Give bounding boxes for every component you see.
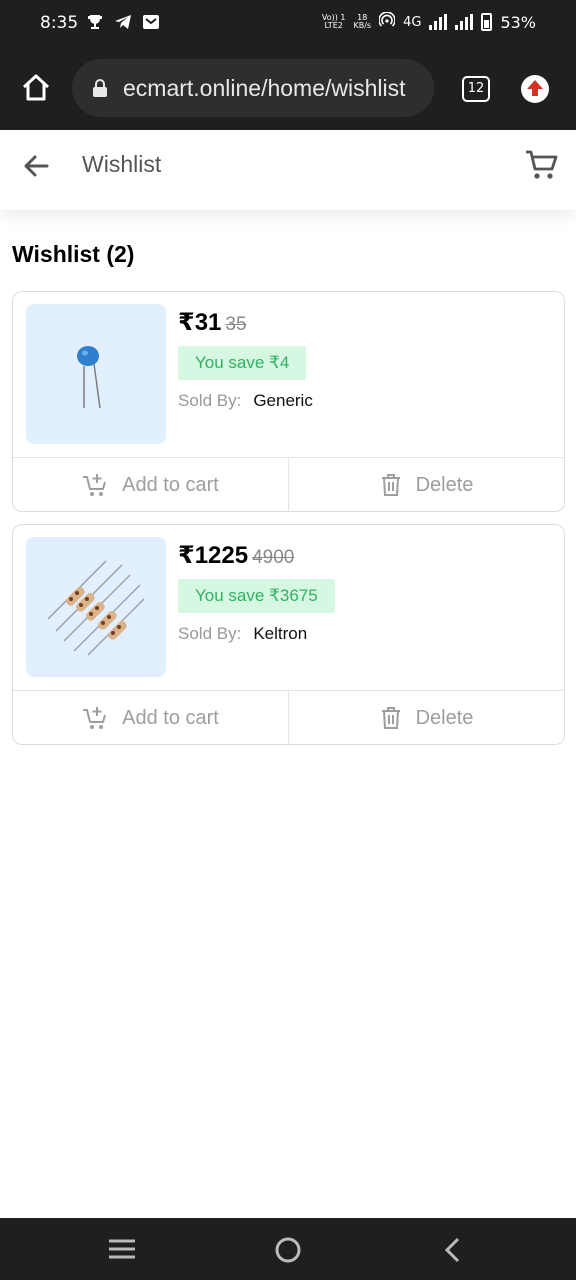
- network-speed: 18 KB/s: [353, 13, 372, 30]
- status-time: 8:35: [40, 13, 79, 33]
- battery-percent: 53%: [500, 12, 536, 32]
- home-icon[interactable]: [18, 70, 54, 106]
- delete-label: Delete: [415, 706, 474, 729]
- lock-icon: [92, 79, 108, 102]
- home-circle-icon[interactable]: [274, 1236, 302, 1269]
- item-price: ₹31 35: [178, 308, 247, 337]
- status-right: Vo)) 1 LTE2 18 KB/s 4G 53%: [321, 11, 536, 32]
- hotspot-icon: [378, 11, 396, 32]
- update-icon[interactable]: [521, 75, 549, 103]
- delete-button[interactable]: Delete: [288, 458, 564, 512]
- signal-icon-sim2: [455, 14, 474, 30]
- trophy-icon: [86, 13, 104, 31]
- trash-icon: [381, 707, 400, 729]
- tab-switcher-button[interactable]: 12: [462, 76, 490, 102]
- wishlist-item: ₹31 35 You save ₹4 Sold By: Generic Add to…: [12, 291, 565, 512]
- notification-icons: [86, 13, 160, 31]
- item-actions: Add to cart Delete: [13, 690, 564, 745]
- add-to-cart-icon: [83, 474, 107, 496]
- seller-label: Sold By:: [178, 391, 242, 410]
- add-to-cart-label: Add to cart: [122, 706, 219, 729]
- recent-apps-icon[interactable]: [108, 1236, 136, 1267]
- browser-toolbar: ecmart.online/home/wishlist 12: [0, 48, 576, 130]
- product-image-capacitor[interactable]: [26, 304, 166, 444]
- price-value: ₹31: [178, 309, 222, 336]
- seller-name: Keltron: [253, 624, 308, 643]
- wishlist-heading: Wishlist (2): [12, 241, 135, 267]
- delete-label: Delete: [415, 473, 474, 496]
- savings-badge: You save ₹3675: [178, 579, 335, 613]
- cart-icon[interactable]: [524, 148, 558, 182]
- back-nav-icon[interactable]: [442, 1236, 464, 1269]
- telegram-icon: [114, 13, 132, 31]
- url-bar[interactable]: ecmart.online/home/wishlist: [72, 59, 434, 117]
- item-price: ₹1225 4900: [178, 541, 294, 570]
- add-to-cart-button[interactable]: Add to cart: [13, 691, 288, 745]
- wishlist-item: ₹1225 4900 You save ₹3675 Sold By: Keltron…: [12, 524, 565, 745]
- add-to-cart-button[interactable]: Add to cart: [13, 458, 288, 512]
- back-arrow-icon[interactable]: [20, 150, 52, 182]
- mail-icon: [142, 13, 160, 31]
- seller-info: Sold By: Generic: [178, 391, 313, 411]
- savings-badge: You save ₹4: [178, 346, 307, 380]
- network-type: 4G: [403, 14, 422, 30]
- seller-info: Sold By: Keltron: [178, 624, 307, 644]
- page-title: Wishlist: [82, 151, 162, 177]
- original-price: 35: [225, 314, 247, 335]
- product-image-resistors[interactable]: [26, 537, 166, 677]
- status-bar: 8:35 Vo)) 1 LTE2 18 KB/s 4G 53%: [0, 0, 576, 48]
- item-actions: Add to cart Delete: [13, 457, 564, 512]
- original-price: 4900: [252, 547, 295, 568]
- seller-name: Generic: [253, 391, 313, 410]
- price-value: ₹1225: [178, 542, 249, 569]
- add-to-cart-icon: [83, 707, 107, 729]
- battery-icon: [481, 13, 493, 31]
- delete-button[interactable]: Delete: [288, 691, 564, 745]
- add-to-cart-label: Add to cart: [122, 473, 219, 496]
- seller-label: Sold By:: [178, 624, 242, 643]
- url-text[interactable]: ecmart.online/home/wishlist: [123, 75, 406, 102]
- app-header: Wishlist: [0, 130, 576, 210]
- trash-icon: [381, 474, 400, 496]
- volte-indicator: Vo)) 1 LTE2: [321, 13, 346, 30]
- signal-icon-sim1: [429, 14, 448, 30]
- system-nav-bar: [0, 1218, 576, 1280]
